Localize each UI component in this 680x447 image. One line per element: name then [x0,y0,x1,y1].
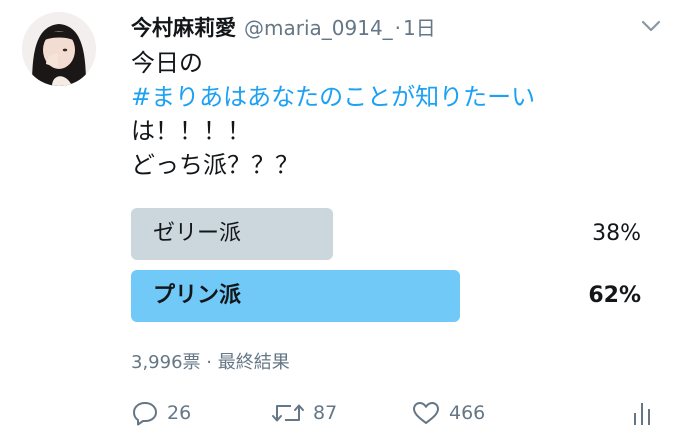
retweet-count: 87 [313,402,338,424]
retweet-icon [272,404,304,422]
poll-meta: 3,996票 · 最終結果 [131,352,290,373]
user-handle[interactable]: @maria_0914_ [244,16,393,40]
poll-option-label: プリン派 [153,283,242,308]
display-name[interactable]: 今村麻莉愛 [131,12,236,42]
reply-button[interactable]: 26 [131,396,191,430]
profile-photo [22,12,96,86]
tweet-text-line: は！！！！ [131,117,251,145]
like-button[interactable]: 466 [411,396,485,430]
poll-option-percent: 38% [592,221,641,246]
tweet-text-line: 今日の [131,49,203,77]
analytics-button[interactable] [631,396,653,430]
reply-count: 26 [167,402,192,424]
tweet-text: 今日の #まりあはあなたのことが知りたーい は！！！！ どっち派？？？ [131,46,651,182]
action-bar: 26 87 466 [131,396,661,430]
avatar[interactable] [22,12,96,86]
timestamp[interactable]: 1日 [403,12,436,41]
poll-option-jelly: ゼリー派 38% [131,208,641,260]
like-count: 466 [449,402,486,424]
poll-option-pudding: プリン派 62% [131,270,641,322]
tweet-text-line: どっち派？？？ [131,151,299,179]
poll-option-percent: 62% [588,283,641,308]
retweet-button[interactable]: 87 [271,396,337,430]
reply-icon [133,402,157,426]
tweet-header: 今村麻莉愛 @maria_0914_ · 1日 [131,12,436,42]
chevron-down-icon[interactable] [640,18,662,34]
poll-option-label: ゼリー派 [153,221,242,246]
hashtag-link[interactable]: #まりあはあなたのことが知りたーい [131,80,651,114]
analytics-icon [634,403,650,425]
heart-icon [413,402,439,424]
separator-dot: · [394,16,402,40]
